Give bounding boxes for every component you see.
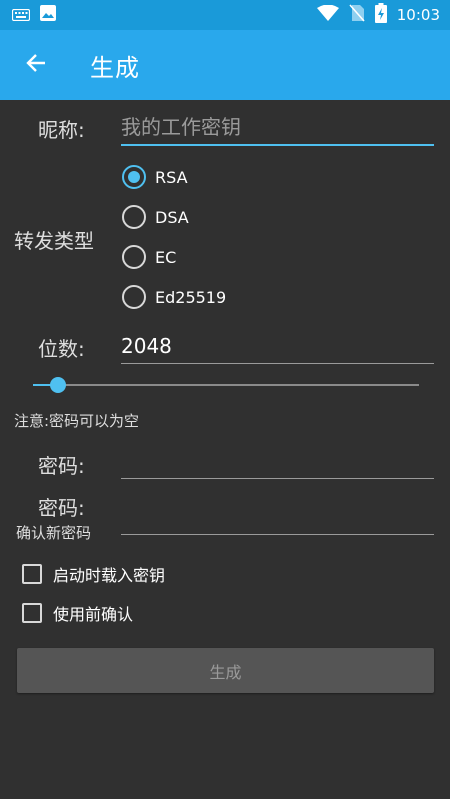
bits-input[interactable] [121, 328, 434, 364]
wifi-icon [316, 4, 339, 25]
radio-rsa-circle[interactable] [122, 165, 146, 189]
no-sim-icon [349, 4, 365, 26]
confirm-before-use-label: 使用前确认 [53, 605, 134, 624]
status-bar: 10:03 [0, 0, 450, 30]
confirm-before-use-checkbox[interactable] [22, 603, 42, 623]
image-icon [40, 5, 56, 25]
bits-label: 位数: [38, 337, 85, 361]
status-right: 10:03 [316, 3, 440, 27]
radio-dsa-label: DSA [155, 207, 189, 227]
radio-ed25519[interactable]: Ed25519 [122, 282, 226, 312]
slider-track [33, 384, 419, 386]
radio-ed25519-label: Ed25519 [155, 287, 227, 307]
back-button[interactable] [6, 30, 66, 100]
load-on-start-label: 启动时载入密钥 [53, 566, 166, 585]
generate-button[interactable]: 生成 [17, 648, 434, 693]
confirm-before-use-checkbox-row[interactable]: 使用前确认 [22, 600, 133, 626]
nickname-label: 昵称: [38, 118, 85, 142]
password-note: 注意:密码可以为空 [14, 412, 140, 430]
password-input[interactable] [121, 443, 434, 479]
arrow-left-icon [25, 52, 47, 78]
battery-charging-icon [374, 3, 387, 27]
password-label: 密码: [38, 454, 85, 478]
bits-slider[interactable] [33, 375, 419, 395]
password-confirm-label: 密码: [38, 496, 85, 520]
radio-dsa-circle[interactable] [122, 205, 146, 229]
load-on-start-checkbox[interactable] [22, 564, 42, 584]
radio-ec-label: EC [155, 247, 177, 267]
radio-rsa-label: RSA [155, 167, 188, 187]
slider-thumb[interactable] [50, 377, 66, 393]
radio-ed25519-circle[interactable] [122, 285, 146, 309]
app-bar: 生成 [0, 30, 450, 100]
password-confirm-hint: 确认新密码 [16, 524, 92, 542]
keyboard-icon [11, 6, 31, 25]
page-title: 生成 [90, 53, 140, 82]
load-on-start-checkbox-row[interactable]: 启动时载入密钥 [22, 561, 165, 587]
radio-dsa[interactable]: DSA [122, 202, 189, 232]
radio-rsa[interactable]: RSA [122, 162, 188, 192]
status-left [11, 5, 56, 25]
radio-ec[interactable]: EC [122, 242, 176, 272]
password-confirm-input[interactable] [121, 499, 434, 535]
radio-ec-circle[interactable] [122, 245, 146, 269]
type-label: 转发类型 [14, 229, 94, 253]
nickname-input[interactable] [121, 110, 434, 146]
status-time: 10:03 [396, 6, 440, 24]
